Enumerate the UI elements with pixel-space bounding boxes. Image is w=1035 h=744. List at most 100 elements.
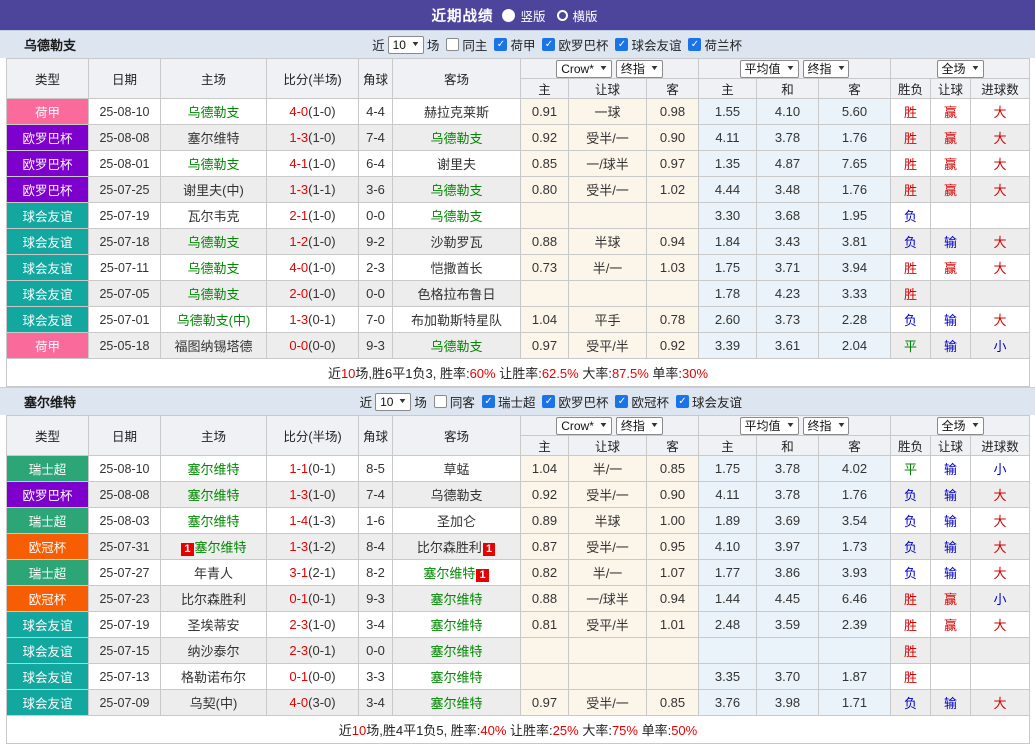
- scope-select[interactable]: 全场▼: [937, 60, 984, 78]
- match-count-select[interactable]: 10▼: [375, 393, 411, 411]
- odds-home: [521, 203, 569, 229]
- column-header-5: 客场: [393, 416, 521, 456]
- corner-count: 0-0: [359, 638, 393, 664]
- odds-home: 0.91: [521, 99, 569, 125]
- final-index-select-2[interactable]: 终指▼: [803, 60, 850, 78]
- away-team: 塞尔维特: [393, 690, 521, 716]
- league-checkbox-3[interactable]: ✓: [688, 38, 701, 51]
- fulltime-score: 0-1: [289, 591, 308, 606]
- league-checkbox-2[interactable]: ✓: [615, 38, 628, 51]
- league-checkbox-0[interactable]: ✓: [494, 38, 507, 51]
- odds-source-select[interactable]: Crow*▼: [556, 60, 612, 78]
- league-label-3: 球会友谊: [692, 392, 742, 411]
- match-date: 25-07-18: [89, 229, 161, 255]
- odds-handicap: 一/球半: [569, 151, 647, 177]
- scope-select[interactable]: 全场▼: [937, 417, 984, 435]
- summary-text: 近10场,胜4平1负5, 胜率:40% 让胜率:25% 大率:75% 单率:50…: [7, 716, 1030, 744]
- avg-home: 1.44: [699, 586, 757, 612]
- result-handicap: 赢: [931, 586, 971, 612]
- red-card-badge: 1: [181, 543, 193, 556]
- summary-value: 75%: [612, 723, 638, 738]
- odds-source-select[interactable]: Crow*▼: [556, 417, 612, 435]
- result-handicap: 输: [931, 482, 971, 508]
- table-wrap: 类型日期主场比分(半场)角球客场Crow*▼终指▼平均值▼终指▼全场▼主让球客主…: [0, 58, 1035, 387]
- avg-home: 3.39: [699, 333, 757, 359]
- avg-draw: 4.87: [757, 151, 819, 177]
- result-outcome: 负: [891, 534, 931, 560]
- odds-home: 0.97: [521, 333, 569, 359]
- result-handicap: 输: [931, 307, 971, 333]
- league-checkbox-3[interactable]: ✓: [676, 395, 689, 408]
- page: 近期战绩 竖版 横版 乌德勒支近10▼场同主✓荷甲✓欧罗巴杯✓球会友谊✓荷兰杯类…: [0, 0, 1035, 744]
- league-badge: 欧罗巴杯: [7, 151, 89, 177]
- sub-column-header-0: 主: [521, 436, 569, 456]
- league-badge: 欧罗巴杯: [7, 482, 89, 508]
- odds-home: 0.97: [521, 690, 569, 716]
- odds-away: 1.07: [647, 560, 699, 586]
- summary-value: 50%: [671, 723, 697, 738]
- fulltime-score: 2-3: [289, 643, 308, 658]
- same-side-checkbox[interactable]: [446, 38, 459, 51]
- team-section-0: 乌德勒支近10▼场同主✓荷甲✓欧罗巴杯✓球会友谊✓荷兰杯类型日期主场比分(半场)…: [0, 30, 1035, 387]
- halftime-score: (2-1): [308, 565, 335, 580]
- final-index-select-1[interactable]: 终指▼: [616, 60, 663, 78]
- sub-column-header-7: 让球: [931, 79, 971, 99]
- league-checkbox-1[interactable]: ✓: [542, 395, 555, 408]
- avg-away: 1.76: [819, 177, 891, 203]
- match-date: 25-08-01: [89, 151, 161, 177]
- league-checkbox-1[interactable]: ✓: [542, 38, 555, 51]
- radio-vertical-selected[interactable]: [502, 9, 515, 22]
- result-handicap: [931, 203, 971, 229]
- home-team-name: 塞尔维特: [187, 462, 239, 477]
- avg-away: [819, 638, 891, 664]
- avg-draw: 3.61: [757, 333, 819, 359]
- corner-count: 8-2: [359, 560, 393, 586]
- avg-draw: 3.73: [757, 307, 819, 333]
- table-row: 球会友谊25-07-19瓦尔韦克2-1(1-0)0-0乌德勒支3.303.681…: [7, 203, 1030, 229]
- scope-header: 全场▼: [891, 59, 1030, 79]
- result-outcome: 胜: [891, 638, 931, 664]
- match-date: 25-05-18: [89, 333, 161, 359]
- final-index-select-1[interactable]: 终指▼: [616, 417, 663, 435]
- odds-handicap: 受半/一: [569, 534, 647, 560]
- result-goals: 大: [971, 99, 1030, 125]
- odds-handicap: 受半/一: [569, 177, 647, 203]
- result-outcome: 胜: [891, 586, 931, 612]
- summary-row: 近10场,胜6平1负3, 胜率:60% 让胜率:62.5% 大率:87.5% 单…: [7, 359, 1030, 387]
- match-count-select[interactable]: 10▼: [388, 36, 424, 54]
- league-checkbox-2[interactable]: ✓: [615, 395, 628, 408]
- avg-draw: 3.70: [757, 664, 819, 690]
- final-index-select-2[interactable]: 终指▼: [803, 417, 850, 435]
- home-team: 福图纳锡塔德: [161, 333, 267, 359]
- avg-home: 1.78: [699, 281, 757, 307]
- near-label: 近: [372, 35, 385, 54]
- match-score: 1-3(1-1): [267, 177, 359, 203]
- radio-horizontal[interactable]: [557, 10, 568, 21]
- same-side-checkbox[interactable]: [434, 395, 447, 408]
- result-outcome: 胜: [891, 99, 931, 125]
- away-team: 谢里夫: [393, 151, 521, 177]
- scope-select-value: 全场: [942, 419, 966, 433]
- sub-column-header-8: 进球数: [971, 436, 1030, 456]
- avg-home: 3.35: [699, 664, 757, 690]
- avg-home: 1.55: [699, 99, 757, 125]
- match-score: 1-3(1-0): [267, 125, 359, 151]
- odds-away: 0.85: [647, 690, 699, 716]
- column-header-5: 客场: [393, 59, 521, 99]
- filters: 近10▼场同客✓瑞士超✓欧罗巴杯✓欧冠杯✓球会友谊: [360, 392, 742, 411]
- halftime-score: (1-0): [308, 260, 335, 275]
- odds-home: 0.80: [521, 177, 569, 203]
- odds-source-select-value: Crow*: [561, 419, 594, 433]
- avg-draw: 3.78: [757, 125, 819, 151]
- summary-value: 25%: [553, 723, 579, 738]
- away-team: 沙勒罗瓦: [393, 229, 521, 255]
- summary-value: 30%: [682, 366, 708, 381]
- average-select[interactable]: 平均值▼: [740, 417, 799, 435]
- home-team: 乌德勒支: [161, 99, 267, 125]
- corner-count: 3-3: [359, 664, 393, 690]
- match-count-select-value: 10: [393, 38, 406, 52]
- league-checkbox-0[interactable]: ✓: [482, 395, 495, 408]
- average-select[interactable]: 平均值▼: [740, 60, 799, 78]
- odds-handicap: 一/球半: [569, 586, 647, 612]
- fulltime-score: 4-0: [289, 260, 308, 275]
